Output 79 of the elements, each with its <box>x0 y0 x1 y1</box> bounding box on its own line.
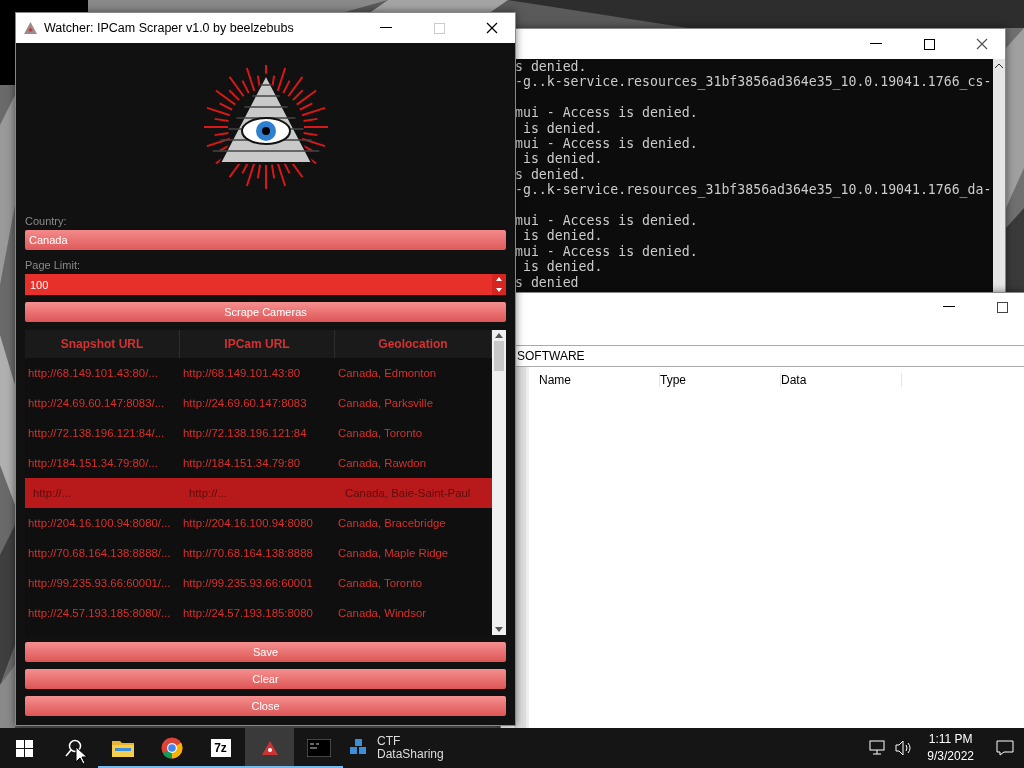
table-cell-text: http://204.16.100.94:8080 <box>182 516 314 531</box>
table-cell-text: http://99.235.93.66:60001/... <box>27 576 172 591</box>
table-cell-text: http://99.235.93.66:60001 <box>182 576 314 591</box>
desktop-icon-label[interactable]: DataSharing <box>377 748 444 761</box>
action-button[interactable]: Close <box>25 696 506 716</box>
up-arrow-icon[interactable] <box>496 277 502 282</box>
table-cell-text: http://24.69.60.147:8083 <box>182 396 308 411</box>
mouse-pointer-icon <box>75 746 87 765</box>
table-cell-text: http://70.68.164.138:8888/... <box>27 546 172 561</box>
column-header[interactable]: Type <box>660 373 781 387</box>
console-line: is denied. <box>521 228 604 244</box>
console-line: mui - Access is denied. <box>515 105 699 121</box>
action-button[interactable]: Clear <box>25 669 506 689</box>
table-cell-text: http://72.138.196.121:84 <box>182 426 308 441</box>
close-icon[interactable] <box>976 38 988 50</box>
minimize-icon[interactable] <box>870 43 882 45</box>
column-header[interactable]: Name <box>539 373 660 387</box>
table-cell-text: http://68.149.101.43:80 <box>182 366 302 381</box>
archiver-icon[interactable]: 7z <box>210 739 231 757</box>
table-cell-text: http://184.151.34.79:80 <box>182 456 302 471</box>
table-cell-text: http://68.149.101.43:80/... <box>27 366 159 381</box>
table-cell-text: Canada, Parksville <box>337 396 434 411</box>
action-button[interactable]: Save <box>25 642 506 662</box>
field-label: Country: <box>25 215 68 227</box>
console-line: s denied. <box>515 59 588 75</box>
table-cell-text: http://24.57.193.185:8080/... <box>27 606 172 621</box>
country-field[interactable]: Canada <box>25 230 506 250</box>
table-cell-text: http://72.138.196.121:84/... <box>27 426 166 441</box>
console-line: mui - Access is denied. <box>515 213 699 229</box>
scrollbar-thumb[interactable] <box>494 341 504 371</box>
console-line: -g..k-service.resources_31bf3856ad364e35_10.0.19041.1766_cs- <box>515 74 993 90</box>
console-line: is denied. <box>521 120 604 136</box>
scroll-down-icon[interactable] <box>495 627 503 632</box>
windows-logo-icon[interactable] <box>16 739 33 757</box>
table-cell-text: Canada, Edmonton <box>337 366 438 381</box>
table-cell-text: http://204.16.100.94:8080/... <box>27 516 172 531</box>
table-cell-text: Canada, Windsor <box>337 606 427 621</box>
table-cell-text: http://24.69.60.147:8083/... <box>27 396 166 411</box>
table-cell-text: http://24.57.193.185:8080 <box>182 606 314 621</box>
scroll-up-icon[interactable] <box>995 63 1003 68</box>
notifications-icon[interactable] <box>996 740 1014 756</box>
console-line: s denied <box>515 274 580 291</box>
pyramid-icon <box>24 22 37 34</box>
table-cell-text: http://70.68.164.138:8888 <box>182 546 314 561</box>
console-line: -g..k-service.resources_31bf3856ad364e35_10.0.19041.1766_da- <box>515 182 993 198</box>
table-cell-text: Canada, Toronto <box>337 426 424 441</box>
scrape-button[interactable]: Scrape Cameras <box>25 302 506 322</box>
volume-icon[interactable] <box>895 740 914 756</box>
address-bar[interactable]: SOFTWARE <box>516 345 1024 367</box>
console-line: is denied. <box>521 151 604 167</box>
table-cell-text: Canada, Rawdon <box>337 456 428 471</box>
console-line: mui - Access is denied. <box>515 243 699 260</box>
scrollbar[interactable] <box>492 330 506 635</box>
desktop-icon-label[interactable]: CTF <box>377 735 444 748</box>
maximize-icon[interactable] <box>996 301 1008 313</box>
scroll-up-icon[interactable] <box>495 333 503 338</box>
pyramid-icon[interactable] <box>260 740 279 756</box>
scrollbar[interactable] <box>993 59 1005 293</box>
table-cell-text: http://184.151.34.79:80/... <box>27 456 159 471</box>
down-arrow-icon[interactable] <box>496 287 502 292</box>
console-line: is denied. <box>521 259 604 275</box>
minimize-icon[interactable] <box>943 306 955 308</box>
field-label: Page Limit: <box>25 259 82 271</box>
chrome-icon[interactable] <box>160 737 183 759</box>
table-cell-text: Canada, Toronto <box>337 576 424 591</box>
console-line: mui - Access is denied. <box>515 136 699 152</box>
page-limit-spinner[interactable]: 100 <box>25 274 506 295</box>
console-line: s denied. <box>515 166 588 183</box>
terminal-icon[interactable] <box>306 739 331 757</box>
folder-icon[interactable] <box>111 739 134 757</box>
column-header[interactable]: IPCam URL <box>180 330 335 358</box>
network-icon[interactable] <box>869 740 888 756</box>
column-header[interactable]: Data <box>781 373 902 387</box>
table-cell-text: Canada, Maple Ridge <box>337 546 450 561</box>
maximize-icon[interactable] <box>923 38 935 50</box>
search-icon[interactable] <box>64 739 83 757</box>
clock[interactable]: 1:11 PM 9/3/2022 <box>927 731 974 765</box>
table-cell-text: Canada, Bracebridge <box>337 516 447 531</box>
column-header[interactable]: Snapshot URL <box>25 330 180 358</box>
